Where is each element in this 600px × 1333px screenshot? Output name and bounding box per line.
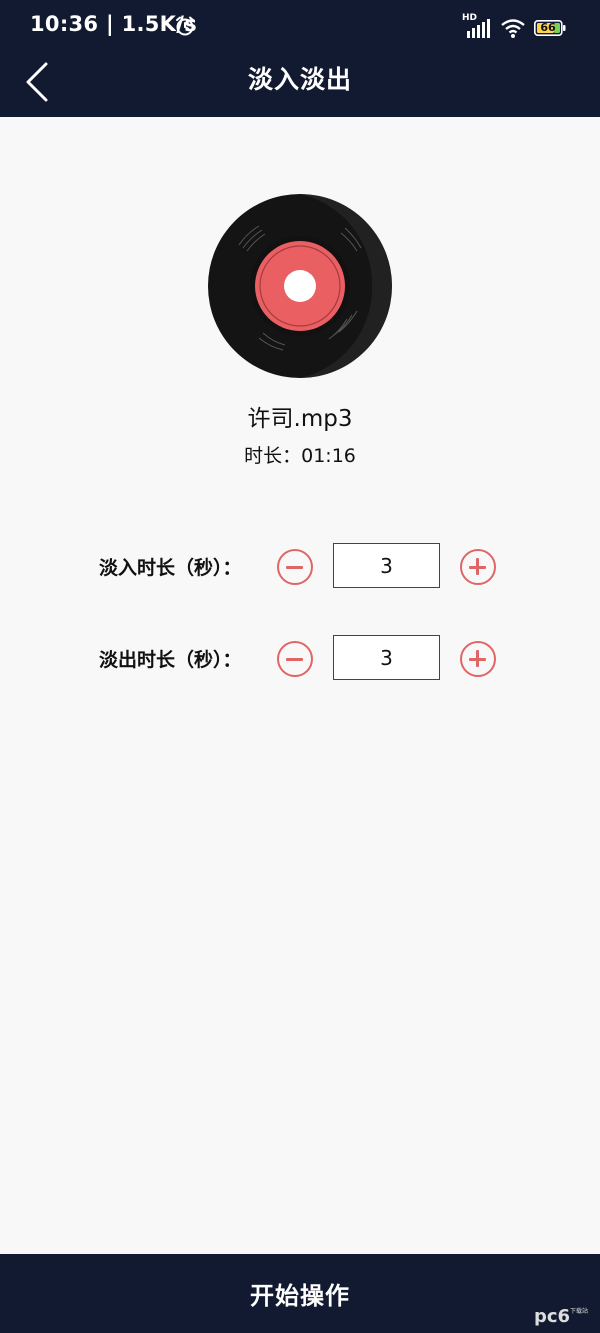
fade-in-increase-button[interactable] [460, 549, 496, 585]
watermark-sub: 下载站 [570, 1307, 588, 1315]
fade-out-label: 淡出时长（秒）： [99, 649, 242, 671]
fade-in-duration-input[interactable] [333, 543, 440, 588]
vinyl-record-icon [208, 194, 392, 378]
watermark-logo: pc6 下载站 [534, 1306, 588, 1327]
fade-out-decrease-button[interactable] [277, 641, 313, 677]
track-duration: 时长：01:16 [244, 445, 356, 467]
watermark-brand: pc6 [534, 1306, 570, 1327]
fade-out-increase-button[interactable] [460, 641, 496, 677]
fade-in-decrease-button[interactable] [277, 549, 313, 585]
battery-icon: 66 [534, 20, 566, 36]
fade-in-row: 淡入时长（秒）： [0, 543, 600, 591]
plus-vertical-bar [476, 558, 479, 575]
minus-circle-icon [286, 565, 303, 569]
status-indicators: HD 66 [462, 13, 566, 41]
minus-circle-icon [286, 657, 303, 661]
signal-icon [467, 19, 490, 38]
start-button[interactable]: 开始操作 [0, 1254, 600, 1333]
fade-in-label: 淡入时长（秒）： [99, 557, 242, 579]
status-time: 10:36 | 1.5K/s [30, 12, 198, 36]
page-title: 淡入淡出 [247, 65, 352, 94]
app-header: 10:36 | 1.5K/s HD 66 淡入淡出 [0, 0, 600, 117]
start-button-label: 开始操作 [250, 1282, 350, 1310]
track-filename: 许司.mp3 [247, 406, 353, 432]
plus-vertical-bar [476, 650, 479, 667]
fade-out-duration-input[interactable] [333, 635, 440, 680]
battery-level: 66 [540, 21, 556, 34]
fade-out-row: 淡出时长（秒）： [0, 635, 600, 683]
alarm-clock-icon [176, 16, 194, 36]
wifi-icon [501, 19, 525, 38]
